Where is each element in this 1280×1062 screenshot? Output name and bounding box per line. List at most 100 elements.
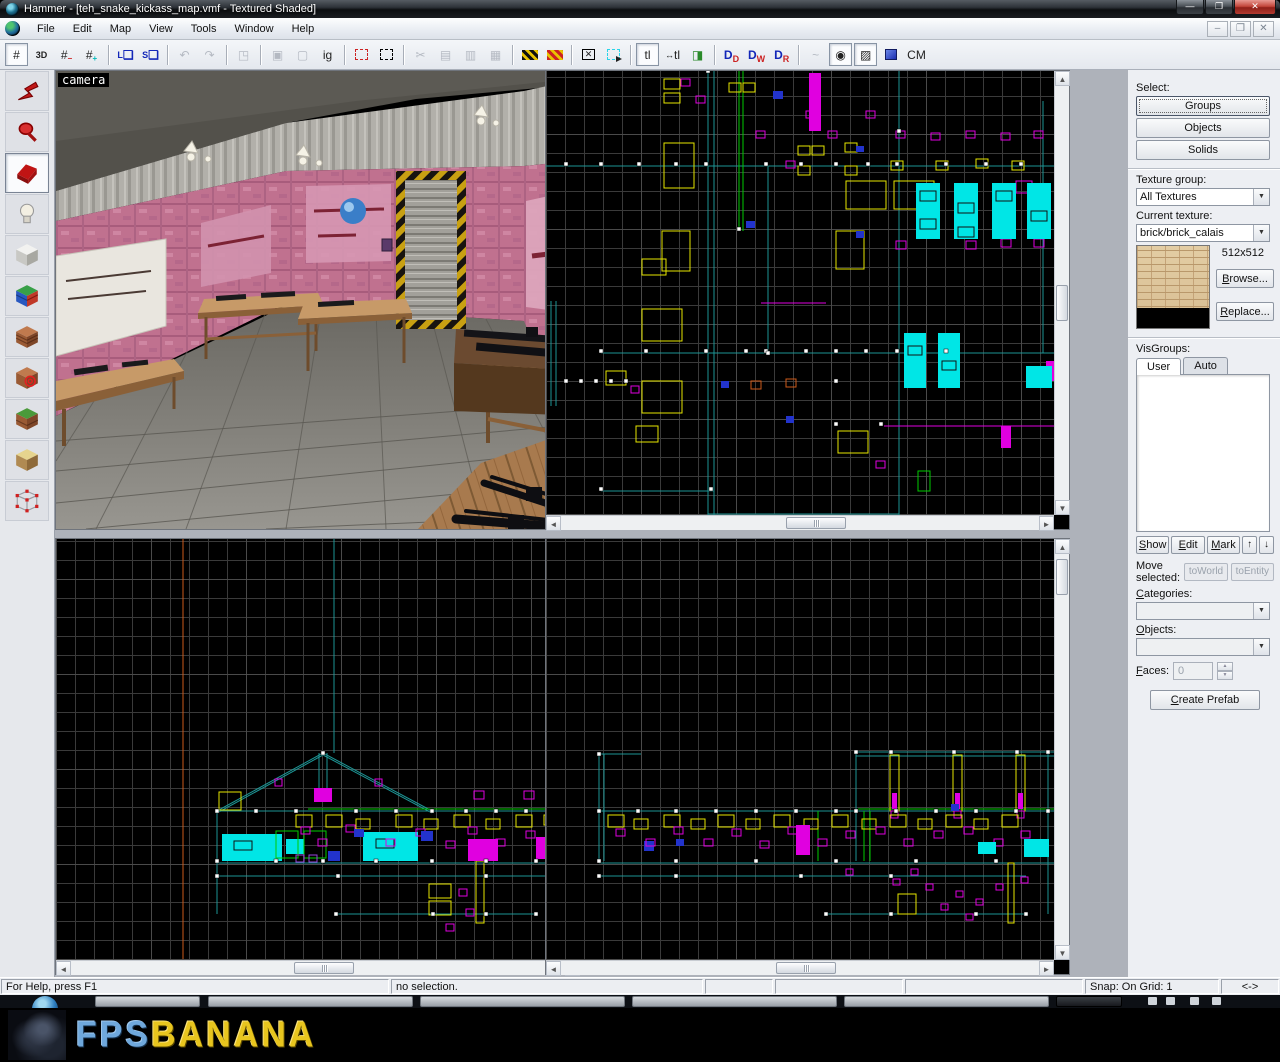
- to-entity-button[interactable]: toEntity: [1231, 563, 1274, 581]
- current-texture-dropdown[interactable]: brick/brick_calais ▼: [1136, 224, 1270, 242]
- apply-current-texture-tool[interactable]: [5, 317, 49, 357]
- texture-scale-lock-button[interactable]: ↔tl: [661, 43, 684, 66]
- categories-dropdown[interactable]: ▼: [1136, 602, 1270, 620]
- chevron-down-icon[interactable]: ▼: [1253, 225, 1269, 241]
- scroll-left-button[interactable]: ◄: [546, 516, 561, 531]
- menu-file[interactable]: File: [28, 20, 64, 38]
- redo-button[interactable]: ↷: [198, 43, 221, 66]
- replace-button[interactable]: Replace...: [1216, 302, 1274, 321]
- minimize-button[interactable]: —: [1176, 0, 1204, 15]
- select-solids-button[interactable]: Solids: [1136, 140, 1270, 160]
- taskbar-button[interactable]: [208, 996, 413, 1007]
- flip-faces-button[interactable]: ◨: [686, 43, 709, 66]
- mark-button[interactable]: Mark: [1207, 536, 1240, 554]
- viewport-front[interactable]: ▲ ▼ ◄ ►: [55, 538, 595, 975]
- scroll-up-button[interactable]: ▲: [1055, 539, 1070, 554]
- close-button[interactable]: ✕: [1234, 0, 1276, 15]
- scroll-left-button[interactable]: ◄: [546, 961, 561, 976]
- scroll-down-button[interactable]: ▼: [1055, 500, 1070, 515]
- tray-icon[interactable]: [1212, 997, 1221, 1005]
- hide-selected-button[interactable]: [350, 43, 373, 66]
- load-window-state-button[interactable]: L❏: [114, 43, 137, 66]
- clipping-tool[interactable]: [5, 440, 49, 480]
- edit-button[interactable]: Edit: [1171, 536, 1204, 554]
- scroll-down-button[interactable]: ▼: [1055, 945, 1070, 960]
- dw-button[interactable]: DW: [745, 43, 768, 66]
- create-prefab-button[interactable]: Create Prefab: [1150, 690, 1260, 710]
- to-world-button[interactable]: toWorld: [1184, 563, 1227, 581]
- texture-application-tool[interactable]: [5, 276, 49, 316]
- vertical-scrollbar-thumb[interactable]: [1056, 559, 1068, 595]
- mdi-minimize-button[interactable]: –: [1207, 21, 1228, 37]
- chevron-down-icon[interactable]: ▼: [1253, 189, 1269, 205]
- taskbar-button[interactable]: [420, 996, 625, 1007]
- restore-button[interactable]: ❐: [1205, 0, 1233, 15]
- entity-tool[interactable]: [5, 194, 49, 234]
- hide-unselected-button[interactable]: [375, 43, 398, 66]
- camera-tool[interactable]: [5, 153, 49, 193]
- objects-dropdown[interactable]: ▼: [1136, 638, 1270, 656]
- texture-lock-button[interactable]: tl: [636, 43, 659, 66]
- horizontal-scrollbar-thumb[interactable]: [776, 962, 836, 974]
- taskbar-button[interactable]: [844, 996, 1049, 1007]
- block-tool[interactable]: [5, 235, 49, 275]
- menu-view[interactable]: View: [140, 20, 182, 38]
- magnify-tool[interactable]: [5, 112, 49, 152]
- smaller-grid-button[interactable]: #−: [55, 43, 78, 66]
- start-button[interactable]: [32, 996, 58, 1008]
- texture-group-dropdown[interactable]: All Textures ▼: [1136, 188, 1270, 206]
- sphere-render-button[interactable]: ◉: [829, 43, 852, 66]
- taskbar-button[interactable]: [632, 996, 837, 1007]
- toggle-3d-grid-button[interactable]: 3D: [30, 43, 53, 66]
- toggle-detail-objects-button[interactable]: [518, 43, 541, 66]
- menu-edit[interactable]: Edit: [64, 20, 101, 38]
- copy-button[interactable]: ▤: [434, 43, 457, 66]
- apply-overlays-tool[interactable]: [5, 399, 49, 439]
- vertex-manipulation-tool[interactable]: [5, 481, 49, 521]
- mdi-restore-button[interactable]: ❐: [1230, 21, 1251, 37]
- undo-button[interactable]: ↶: [173, 43, 196, 66]
- selection-box-button[interactable]: ✕: [577, 43, 600, 66]
- show-button[interactable]: Show: [1136, 536, 1169, 554]
- dr-button[interactable]: DR: [770, 43, 793, 66]
- menu-tools[interactable]: Tools: [182, 20, 226, 38]
- apply-decals-tool[interactable]: [5, 358, 49, 398]
- selection-tool[interactable]: [5, 71, 49, 111]
- tray-icon[interactable]: [1166, 997, 1175, 1005]
- tab-user[interactable]: User: [1136, 358, 1181, 375]
- move-down-button[interactable]: ↓: [1259, 536, 1274, 554]
- squiggle-button[interactable]: ~: [804, 43, 827, 66]
- move-up-button[interactable]: ↑: [1242, 536, 1257, 554]
- cm-button[interactable]: CM: [904, 43, 929, 66]
- save-window-state-button[interactable]: S❏: [139, 43, 162, 66]
- blue-cube-button[interactable]: [879, 43, 902, 66]
- tray-icon[interactable]: [1190, 997, 1199, 1005]
- spinner-up-button[interactable]: ▲: [1217, 662, 1233, 671]
- horizontal-scrollbar-thumb[interactable]: [294, 962, 354, 974]
- visgroup-list[interactable]: [1136, 374, 1270, 532]
- scroll-up-button[interactable]: ▲: [1055, 71, 1070, 86]
- menu-window[interactable]: Window: [225, 20, 282, 38]
- cut-button[interactable]: ✂: [409, 43, 432, 66]
- tab-auto[interactable]: Auto: [1183, 357, 1228, 374]
- carve-button[interactable]: ◳: [232, 43, 255, 66]
- viewport-3d[interactable]: camera: [55, 70, 595, 530]
- select-mode-button[interactable]: [602, 43, 625, 66]
- taskbar-button-active[interactable]: [1056, 996, 1122, 1007]
- horizontal-scrollbar-thumb[interactable]: [786, 517, 846, 529]
- tray-icon[interactable]: [1148, 997, 1157, 1005]
- mdi-close-button[interactable]: ✕: [1253, 21, 1274, 37]
- scroll-right-button[interactable]: ►: [1039, 961, 1054, 976]
- larger-grid-button[interactable]: #+: [80, 43, 103, 66]
- menu-map[interactable]: Map: [101, 20, 140, 38]
- select-groups-button[interactable]: Groups: [1136, 96, 1270, 116]
- taskbar-button[interactable]: [95, 996, 200, 1007]
- viewport-side[interactable]: ▲ ▼ ◄ ►: [545, 538, 1070, 975]
- snap-to-grid-button[interactable]: #: [5, 43, 28, 66]
- toggle-nodraw-faces-button[interactable]: [543, 43, 566, 66]
- menu-help[interactable]: Help: [283, 20, 324, 38]
- paste-button[interactable]: ▥: [459, 43, 482, 66]
- select-objects-button[interactable]: Objects: [1136, 118, 1270, 138]
- ungroup-button[interactable]: ▢: [291, 43, 314, 66]
- ignore-groups-button[interactable]: ig: [316, 43, 339, 66]
